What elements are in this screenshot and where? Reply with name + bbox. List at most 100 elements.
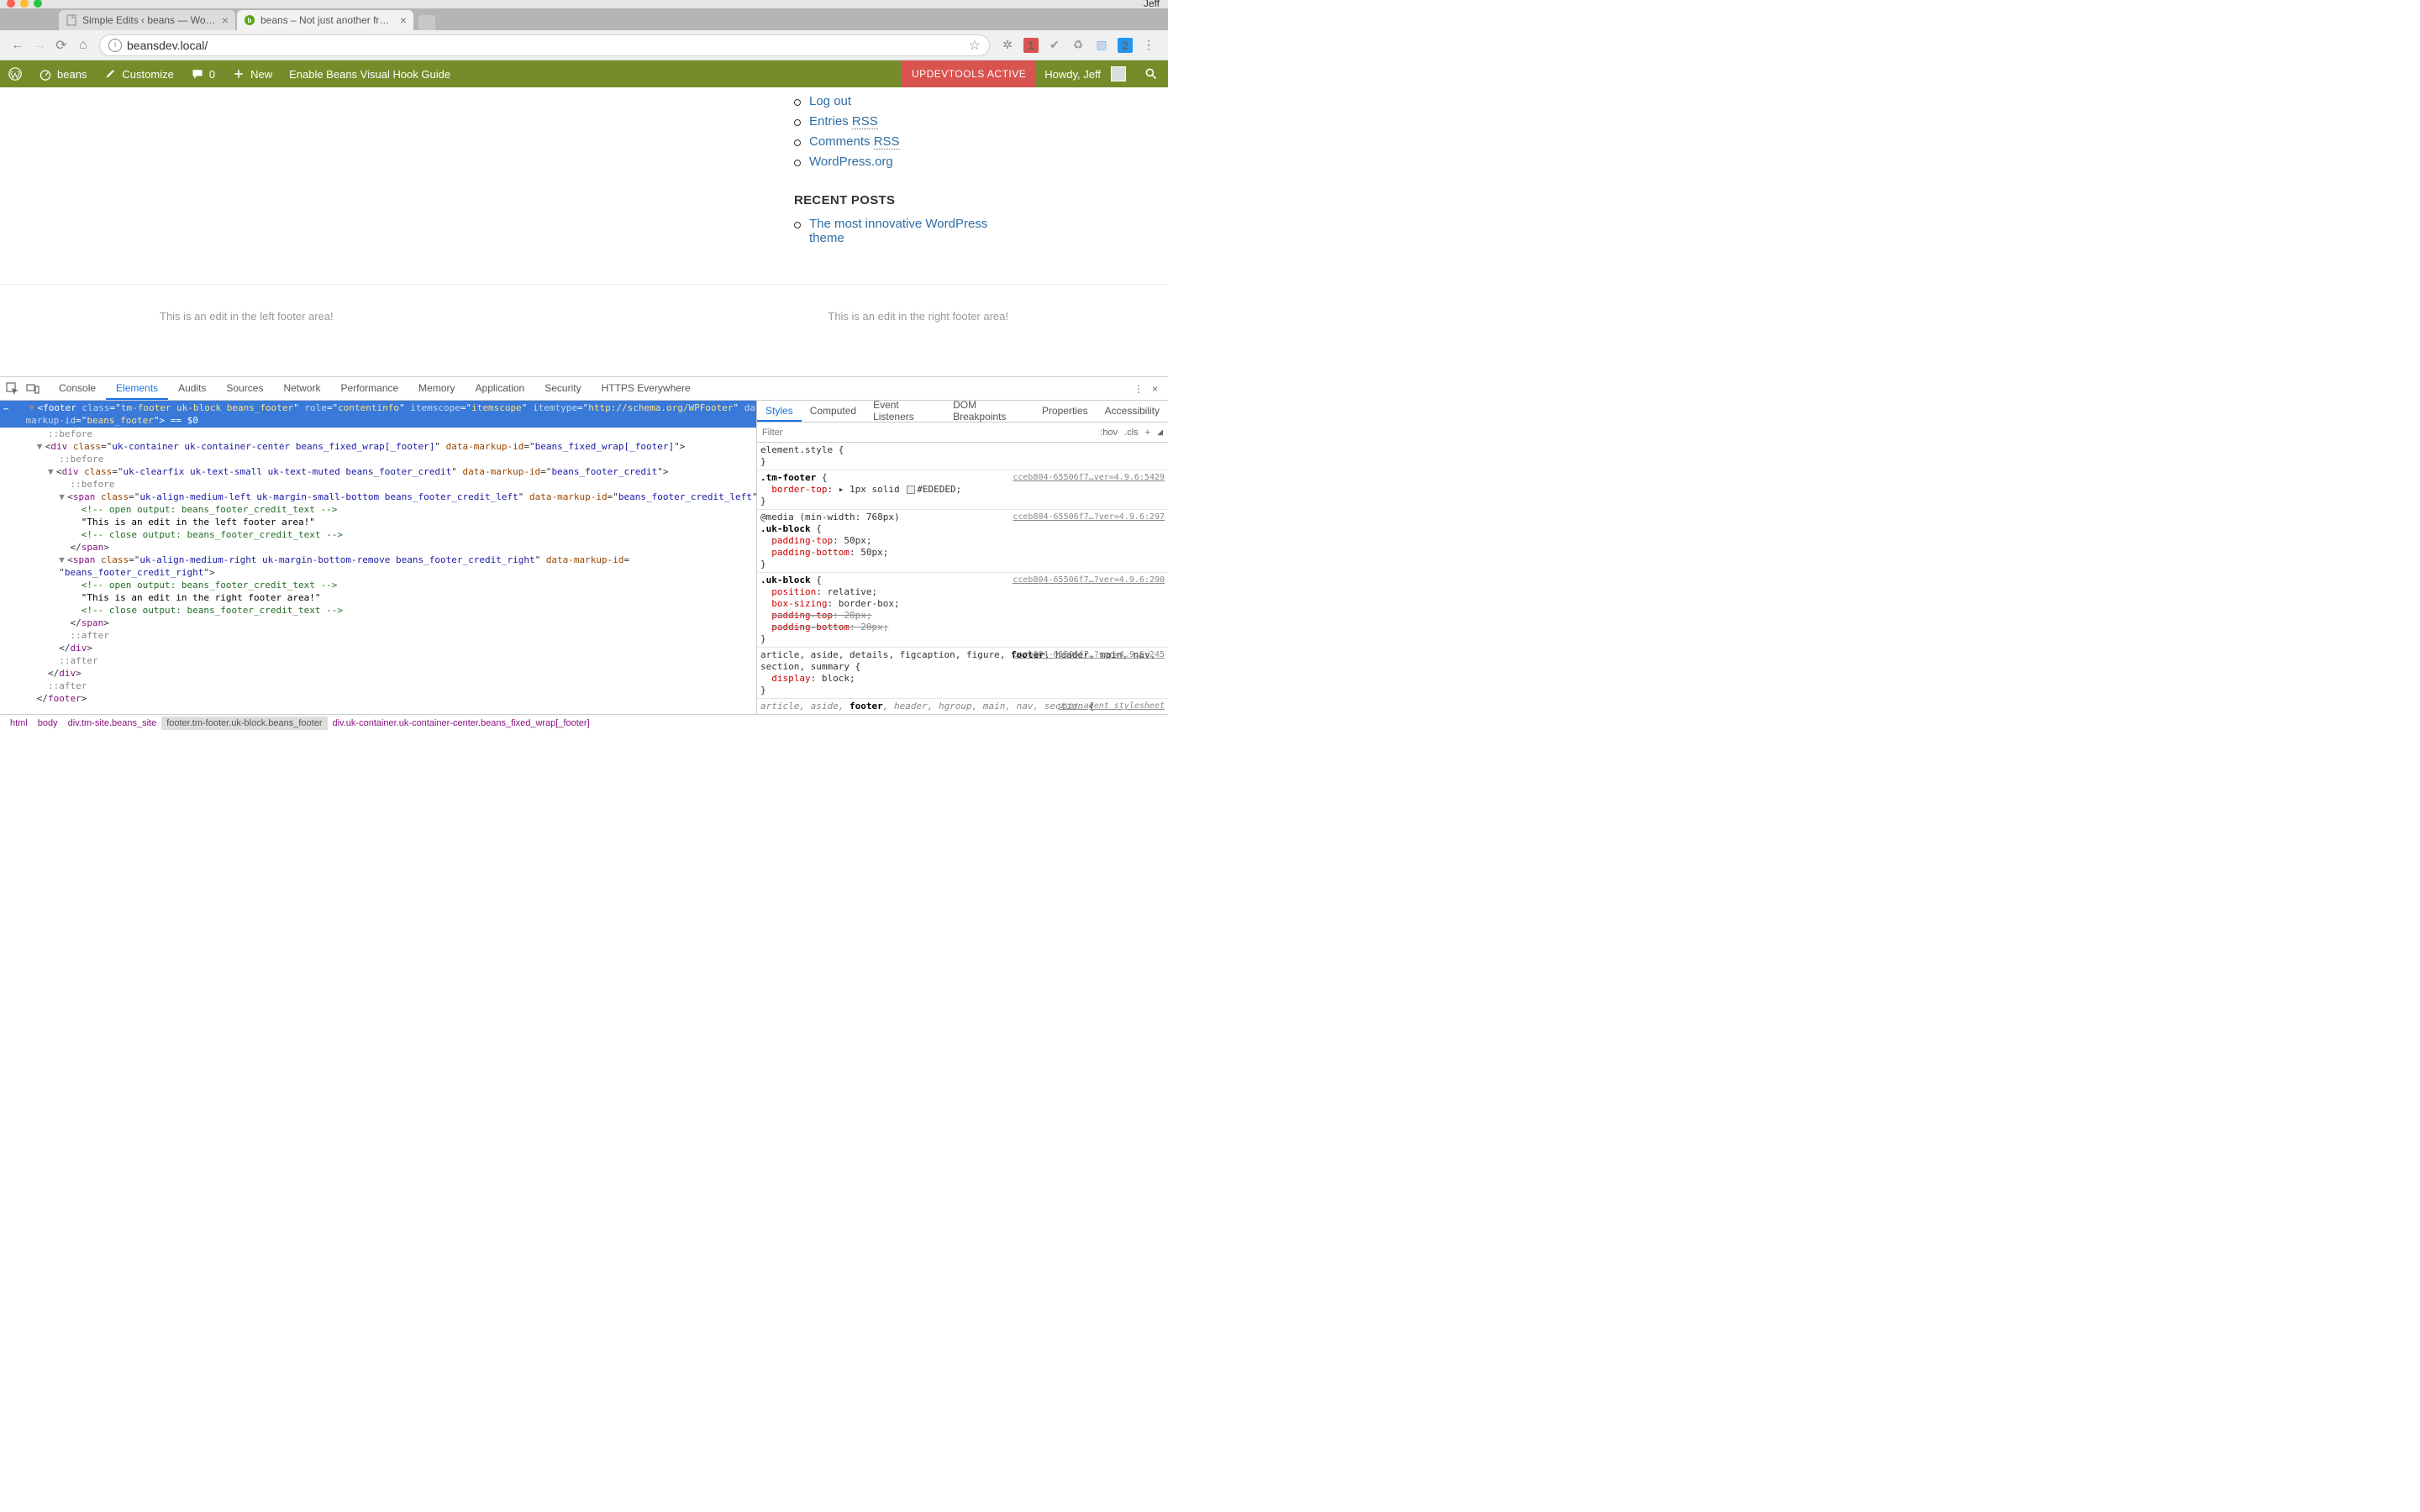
minimize-window[interactable] (20, 0, 29, 8)
dom-line[interactable]: <!-- close output: beans_footer_credit_t… (0, 528, 756, 541)
close-icon[interactable]: × (400, 13, 407, 27)
wp-search[interactable] (1134, 67, 1168, 81)
zoom-window[interactable] (34, 0, 42, 8)
overflow-icon[interactable]: ⋯ (2, 403, 10, 416)
dom-line[interactable]: ::after (0, 629, 756, 642)
entries-rss-link[interactable]: Entries RSS (809, 114, 878, 129)
comments-rss-link[interactable]: Comments RSS (809, 134, 900, 150)
dom-line[interactable]: ▼<span class="uk-align-medium-right uk-m… (0, 554, 756, 566)
elements-panel[interactable]: ⋯ ▼<footer class="tm-footer uk-block bea… (0, 401, 756, 714)
logout-link[interactable]: Log out (809, 94, 851, 108)
cls-toggle[interactable]: .cls (1124, 428, 1139, 438)
subtab-accessibility[interactable]: Accessibility (1097, 401, 1168, 422)
source-link[interactable]: cceb804-65506f7…?ver=4.9.6:297 (1013, 512, 1165, 523)
wordpress-org-link[interactable]: WordPress.org (809, 155, 893, 169)
source-link[interactable]: cceb804-65506f7…?ver=4.9.6:290 (1013, 575, 1165, 586)
wp-new[interactable]: New (224, 60, 281, 87)
dom-line[interactable]: <!-- open output: beans_footer_credit_te… (0, 579, 756, 591)
css-rule[interactable]: cceb804-65506f7…?ver=4.9.6:290 .uk-block… (757, 573, 1168, 648)
ext-icon[interactable]: 2 (1118, 38, 1133, 53)
tab-network[interactable]: Network (273, 377, 330, 400)
back-button[interactable]: ← (7, 38, 29, 53)
dom-line[interactable]: ::before (0, 428, 756, 440)
css-rule[interactable]: cceb804-65506f7…?ver=4.9.6:245 article, … (757, 648, 1168, 699)
source-link[interactable]: cceb804-65506f7…ver=4.9.6:5429 (1013, 472, 1165, 484)
devtools-menu-icon[interactable]: ⋮ (1134, 383, 1144, 395)
browser-tab-0[interactable]: Simple Edits ‹ beans — WordP × (59, 10, 235, 30)
tab-audits[interactable]: Audits (168, 377, 216, 400)
tab-application[interactable]: Application (466, 377, 535, 400)
ext-icon[interactable]: ▧ (1094, 38, 1109, 53)
site-info-icon[interactable]: i (108, 39, 122, 52)
tab-console[interactable]: Console (49, 377, 106, 400)
tab-https-everywhere[interactable]: HTTPS Everywhere (592, 377, 701, 400)
forward-button[interactable]: → (29, 38, 50, 53)
dom-line[interactable]: </footer> (0, 692, 756, 705)
new-tab-button[interactable] (418, 15, 435, 30)
crumb-item[interactable]: div.tm-site.beans_site (63, 717, 162, 730)
source-link[interactable]: cceb804-65506f7…?ver=4.9.6:245 (1013, 649, 1165, 661)
dom-line[interactable]: ▼<div class="uk-container uk-container-c… (0, 440, 756, 453)
wp-site-name[interactable]: beans (30, 60, 95, 87)
ext-icon[interactable]: ✲ (1000, 38, 1015, 53)
subtab-computed[interactable]: Computed (802, 401, 865, 422)
ext-icon[interactable]: 1 (1023, 38, 1039, 53)
css-rule[interactable]: element.style { } (757, 443, 1168, 470)
dom-line[interactable]: </span> (0, 617, 756, 629)
dom-line[interactable]: ▼<div class="uk-clearfix uk-text-small u… (0, 465, 756, 478)
css-rule[interactable]: cceb804-65506f7…?ver=4.9.6:297 @media (m… (757, 510, 1168, 573)
crumb-item[interactable]: footer.tm-footer.uk-block.beans_footer (161, 717, 327, 730)
crumb-item[interactable]: body (33, 717, 63, 730)
subtab-dom-breakpoints[interactable]: DOM Breakpoints (944, 401, 1034, 422)
css-rules[interactable]: element.style { } cceb804-65506f7…ver=4.… (757, 443, 1168, 714)
dom-line[interactable]: "This is an edit in the left footer area… (0, 516, 756, 528)
css-rule[interactable]: cceb804-65506f7…ver=4.9.6:5429 .tm-foote… (757, 470, 1168, 510)
filter-input[interactable] (762, 428, 1100, 438)
new-rule-icon[interactable]: + (1145, 428, 1150, 438)
tab-elements[interactable]: Elements (106, 377, 168, 400)
css-rule[interactable]: user agent stylesheet article, aside, fo… (757, 699, 1168, 714)
hov-toggle[interactable]: :hov (1100, 428, 1118, 438)
dom-line[interactable]: </div> (0, 642, 756, 654)
ext-icon[interactable]: ✔ (1047, 38, 1062, 53)
tab-security[interactable]: Security (534, 377, 591, 400)
ext-icon[interactable]: ♻ (1071, 38, 1086, 53)
subtab-event-listeners[interactable]: Event Listeners (865, 401, 944, 422)
reload-button[interactable]: ⟳ (50, 37, 72, 54)
crumb-item[interactable]: div.uk-container.uk-container-center.bea… (328, 717, 595, 730)
chrome-menu-icon[interactable]: ⋮ (1141, 38, 1156, 53)
bookmark-icon[interactable]: ☆ (969, 37, 981, 54)
selected-element[interactable]: ▼<footer class="tm-footer uk-block beans… (0, 401, 756, 428)
browser-tab-1[interactable]: b beans – Not just another frame × (237, 10, 413, 30)
close-window[interactable] (7, 0, 15, 8)
close-icon[interactable]: × (222, 13, 229, 27)
wp-comments[interactable]: 0 (182, 60, 224, 87)
dom-line[interactable]: ::after (0, 680, 756, 692)
device-icon[interactable] (25, 381, 40, 396)
pin-icon[interactable]: ◢ (1157, 428, 1163, 437)
dom-line[interactable]: </span> (0, 541, 756, 554)
dom-line[interactable]: "This is an edit in the right footer are… (0, 591, 756, 604)
dom-line[interactable]: ::before (0, 453, 756, 465)
tab-performance[interactable]: Performance (330, 377, 408, 400)
subtab-properties[interactable]: Properties (1034, 401, 1097, 422)
home-button[interactable]: ⌂ (72, 38, 94, 53)
dom-line[interactable]: <!-- close output: beans_footer_credit_t… (0, 604, 756, 617)
inspect-icon[interactable] (5, 381, 20, 396)
tab-sources[interactable]: Sources (216, 377, 273, 400)
address-bar[interactable]: i beansdev.local/ ☆ (99, 34, 990, 56)
subtab-styles[interactable]: Styles (757, 401, 802, 422)
dom-line[interactable]: <!-- open output: beans_footer_credit_te… (0, 503, 756, 516)
tab-memory[interactable]: Memory (408, 377, 465, 400)
dom-line[interactable]: "beans_footer_credit_right"> (0, 566, 756, 579)
crumb-item[interactable]: html (5, 717, 33, 730)
updevtools-badge[interactable]: UPDEVTOOLS ACTIVE (902, 60, 1036, 87)
wp-customize[interactable]: Customize (95, 60, 182, 87)
wp-howdy[interactable]: Howdy, Jeff (1036, 60, 1134, 87)
dom-line[interactable]: </div> (0, 667, 756, 680)
dom-line[interactable]: ▼<span class="uk-align-medium-left uk-ma… (0, 491, 756, 503)
wp-logo[interactable] (0, 60, 30, 87)
recent-post-link[interactable]: The most innovative WordPress theme (809, 217, 987, 245)
wp-hook-guide[interactable]: Enable Beans Visual Hook Guide (281, 60, 459, 87)
dom-line[interactable]: ::after (0, 654, 756, 667)
